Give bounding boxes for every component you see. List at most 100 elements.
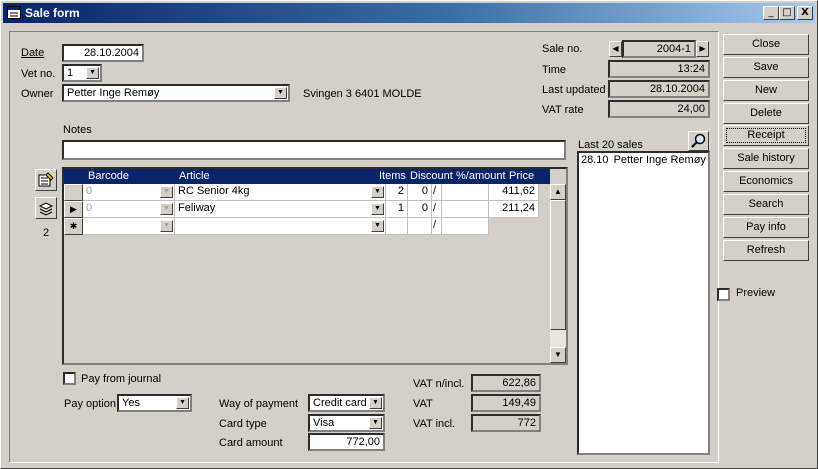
title-bar[interactable]: Sale form _ □ X [3, 3, 815, 23]
minimize-button[interactable]: _ [763, 6, 779, 20]
economics-button[interactable]: Economics [723, 171, 809, 192]
chevron-down-icon[interactable]: ▼ [176, 397, 189, 409]
scroll-down-button[interactable]: ▼ [550, 347, 566, 363]
last-updated-label: Last updated [542, 84, 606, 96]
table-row[interactable]: ▶ 0 ▼ Feliway ▼ 1 0 / 211,24 [64, 201, 550, 218]
delete-button[interactable]: Delete [723, 103, 809, 124]
date-label: Date [21, 47, 45, 59]
scroll-up-button[interactable]: ▲ [550, 184, 566, 200]
discount-type-cell[interactable]: / [432, 184, 442, 201]
chevron-down-icon[interactable]: ▼ [160, 186, 173, 198]
chevron-down-icon[interactable]: ▼ [274, 87, 287, 99]
date-field[interactable]: 28.10.2004 [62, 44, 144, 62]
grid-scrollbar[interactable]: ▲ ▼ [550, 184, 566, 363]
new-button[interactable]: New [723, 80, 809, 101]
row-count: 2 [43, 227, 50, 239]
vet-select[interactable]: 1 ▼ [62, 64, 102, 82]
article-cell[interactable]: Feliway ▼ [175, 201, 386, 218]
discount-cell[interactable] [408, 218, 432, 235]
chevron-down-icon[interactable]: ▼ [86, 67, 99, 79]
new-row-selector[interactable]: ✱ [64, 218, 83, 235]
vat-excl-label: VAT n/incl. [413, 378, 465, 390]
last-sales-list[interactable]: 28.10 Petter Inge Remøy [577, 151, 710, 455]
card-type-select[interactable]: Visa ▼ [308, 414, 385, 432]
col-price[interactable]: Price [509, 170, 534, 182]
layers-icon [38, 202, 54, 216]
magnifier-icon [691, 133, 706, 148]
discount-cell[interactable]: 0 [408, 184, 432, 201]
search-sales-button[interactable] [688, 131, 709, 151]
grid-header: Barcode Article Items Discount %/amount … [64, 169, 550, 184]
chevron-down-icon[interactable]: ▼ [371, 220, 384, 232]
sale-lines-grid: Barcode Article Items Discount %/amount … [62, 167, 568, 365]
chevron-down-icon[interactable]: ▼ [160, 220, 173, 232]
table-row[interactable]: 0 ▼ RC Senior 4kg ▼ 2 0 / 411,62 [64, 184, 550, 201]
preview-label: Preview [736, 287, 776, 299]
next-sale-button[interactable]: ▶ [696, 41, 709, 57]
form-icon [7, 6, 21, 19]
article-cell[interactable]: RC Senior 4kg ▼ [175, 184, 386, 201]
discount-type-cell[interactable]: / [432, 218, 442, 235]
owner-select[interactable]: Petter Inge Remøy ▼ [62, 84, 290, 102]
barcode-cell[interactable]: 0 ▼ [83, 201, 175, 218]
chevron-down-icon[interactable]: ▼ [369, 397, 382, 409]
barcode-cell[interactable]: ▼ [83, 218, 175, 235]
col-barcode[interactable]: Barcode [88, 170, 129, 182]
maximize-button[interactable]: □ [779, 6, 795, 20]
refresh-button[interactable]: Refresh [723, 240, 809, 261]
card-amount-label: Card amount [219, 437, 283, 449]
way-of-payment-select[interactable]: Credit card ▼ [308, 394, 385, 412]
vet-value: 1 [67, 67, 74, 79]
card-amount-field[interactable]: 772,00 [308, 433, 385, 451]
pay-info-button[interactable]: Pay info [723, 217, 809, 238]
col-items[interactable]: Items [379, 170, 406, 182]
preview-checkbox[interactable] [717, 288, 730, 301]
items-cell[interactable]: 1 [386, 201, 408, 218]
pay-option-select[interactable]: Yes ▼ [117, 394, 192, 412]
discount-cell[interactable]: 0 [408, 201, 432, 218]
article-cell[interactable]: ▼ [175, 218, 386, 235]
pay-from-journal-label: Pay from journal [81, 373, 162, 385]
list-edit-icon [38, 172, 54, 187]
chevron-down-icon[interactable]: ▼ [160, 203, 173, 215]
barcode-cell[interactable]: 0 ▼ [83, 184, 175, 201]
list-item[interactable]: 28.10 Petter Inge Remøy [581, 154, 706, 166]
window-title: Sale form [25, 6, 80, 20]
sale-form-window: Sale form _ □ X Date 28.10.2004 Vet no. … [0, 0, 818, 469]
col-amount[interactable]: %/amount [456, 170, 506, 182]
items-cell[interactable]: 2 [386, 184, 408, 201]
stack-articles-icon[interactable] [35, 197, 57, 219]
amount-cell[interactable] [442, 184, 489, 201]
sale-owner: Petter Inge Remøy [613, 154, 706, 166]
add-article-icon[interactable] [35, 169, 57, 191]
table-row-new[interactable]: ✱ ▼ ▼ / [64, 218, 550, 235]
prev-sale-button[interactable]: ◀ [609, 41, 622, 57]
vat-rate-label: VAT rate [542, 104, 584, 116]
notes-field[interactable] [62, 140, 566, 160]
save-button[interactable]: Save [723, 57, 809, 78]
receipt-button[interactable]: Receipt [723, 125, 809, 146]
price-cell: 211,24 [489, 201, 539, 218]
pay-from-journal-checkbox[interactable] [63, 372, 76, 385]
amount-cell[interactable] [442, 201, 489, 218]
chevron-down-icon[interactable]: ▼ [371, 186, 384, 198]
close-button[interactable]: Close [723, 34, 809, 55]
close-window-button[interactable]: X [797, 6, 813, 20]
row-selector[interactable] [64, 184, 83, 201]
discount-type-cell[interactable]: / [432, 201, 442, 218]
vat-incl-label: VAT incl. [413, 418, 456, 430]
scroll-thumb[interactable] [550, 200, 566, 330]
chevron-down-icon[interactable]: ▼ [371, 203, 384, 215]
card-type-value: Visa [313, 417, 335, 429]
col-article[interactable]: Article [179, 170, 210, 182]
owner-label: Owner [21, 88, 54, 100]
card-type-label: Card type [219, 418, 267, 430]
sale-history-button[interactable]: Sale history [723, 148, 809, 169]
search-button[interactable]: Search [723, 194, 809, 215]
amount-cell[interactable] [442, 218, 489, 235]
col-discount[interactable]: Discount [410, 170, 453, 182]
row-selector-current[interactable]: ▶ [64, 201, 83, 218]
way-of-payment-value: Credit card [313, 397, 367, 409]
items-cell[interactable] [386, 218, 408, 235]
chevron-down-icon[interactable]: ▼ [369, 417, 382, 429]
